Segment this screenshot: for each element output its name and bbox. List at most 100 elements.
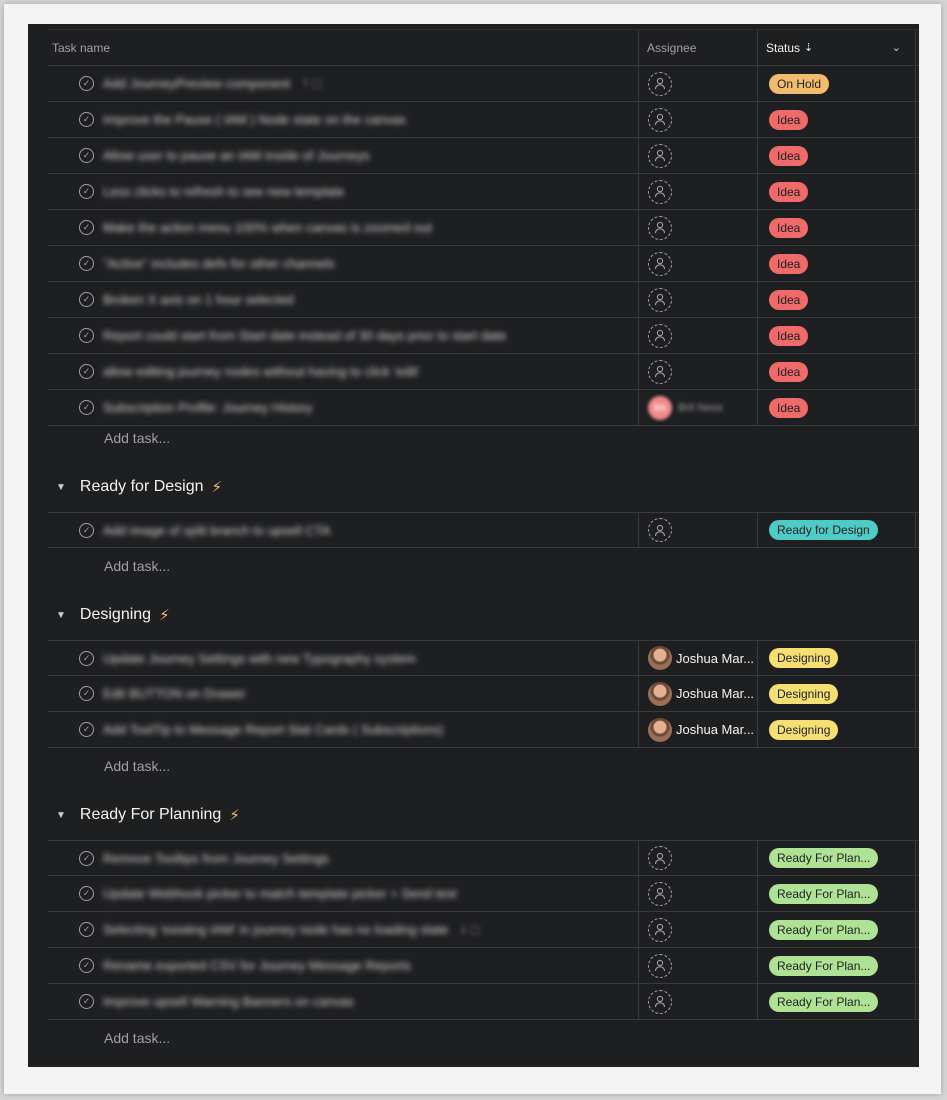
complete-check-icon[interactable]: ✓ [79, 650, 94, 666]
unassigned-user-icon[interactable] [648, 518, 672, 542]
status-cell[interactable]: Idea [758, 318, 916, 353]
task-name[interactable]: Add ToolTip to Message Report Stat Cards… [103, 722, 443, 737]
task-name-cell[interactable]: ✓ Add image of split branch to upsell CTA [48, 513, 639, 547]
table-row[interactable]: ✓ Edit BUTTON on Drawer Joshua Mar... Desig… [48, 676, 919, 712]
table-row[interactable]: ✓ Update Webhook picker to match template… [48, 876, 919, 912]
lightning-bolt-icon[interactable]: ⚡ [212, 478, 223, 496]
assignee-cell[interactable] [639, 210, 758, 245]
task-name-cell[interactable]: ✓ Update Webhook picker to match template… [48, 876, 639, 911]
unassigned-user-icon[interactable] [648, 846, 672, 870]
table-row[interactable]: ✓ Update Journey Settings with new Typogr… [48, 640, 919, 676]
unassigned-user-icon[interactable] [648, 71, 672, 96]
status-cell[interactable]: Idea [758, 246, 916, 281]
complete-check-icon[interactable]: ✓ [79, 958, 94, 973]
task-name[interactable]: Subscription Profile: Journey History [103, 400, 313, 415]
status-badge[interactable]: Idea [769, 145, 809, 166]
lightning-bolt-icon[interactable]: ⚡ [159, 606, 170, 624]
status-badge[interactable]: Designing [769, 719, 839, 740]
task-name[interactable]: Broken X axis on 1 hour selected [103, 292, 294, 307]
unassigned-user-icon[interactable] [648, 251, 672, 276]
status-cell[interactable]: Idea [758, 102, 916, 137]
assignee-cell[interactable] [639, 66, 758, 101]
status-cell[interactable]: Ready For Plan... [758, 912, 916, 947]
unassigned-user-icon[interactable] [648, 917, 672, 942]
caret-down-icon[interactable]: ▼ [56, 482, 66, 493]
complete-check-icon[interactable]: ✓ [79, 522, 94, 538]
task-name-cell[interactable]: ✓ Selecting 'existing IAM' in journey nod… [48, 912, 639, 947]
status-badge[interactable]: Ready For Plan... [769, 919, 879, 940]
assignee-cell[interactable]: Joshua Mar... [639, 676, 758, 711]
status-cell[interactable]: Idea [758, 138, 916, 173]
assignee-cell[interactable] [639, 282, 758, 317]
task-name[interactable]: Update Webhook picker to match template … [103, 886, 456, 901]
table-row[interactable]: ✓ Broken X axis on 1 hour selected Idea [48, 282, 919, 318]
complete-check-icon[interactable]: ✓ [79, 184, 94, 199]
task-name-cell[interactable]: ✓ Less clicks to refresh to see new templ… [48, 174, 639, 209]
task-name-cell[interactable]: ✓ Allow user to pause an IAM inside of Jo… [48, 138, 639, 173]
sort-descending-icon[interactable]: ⇣ [804, 41, 813, 54]
task-name[interactable]: Improve upsell Warning Banners on canvas [103, 994, 354, 1009]
task-name[interactable]: Improve the Pause ( IAM ) Node state on … [103, 112, 406, 127]
task-name-cell[interactable]: ✓ Rename exported CSV for Journey Message… [48, 948, 639, 983]
task-name[interactable]: allow editing journey nodes without havi… [103, 364, 419, 379]
status-cell[interactable]: Designing [758, 641, 916, 675]
unassigned-user-icon[interactable] [648, 881, 672, 906]
table-row[interactable]: ✓ Add ToolTip to Message Report Stat Card… [48, 712, 919, 748]
complete-check-icon[interactable]: ✓ [79, 76, 94, 91]
caret-down-icon[interactable]: ▼ [56, 810, 66, 821]
table-row[interactable]: ✓ Improve upsell Warning Banners on canva… [48, 984, 919, 1020]
status-badge[interactable]: On Hold [769, 73, 830, 94]
table-row[interactable]: ✓ Remove Tooltips from Journey Settings Re… [48, 840, 919, 876]
status-cell[interactable]: Ready for Design [758, 513, 916, 547]
task-name[interactable]: Add image of split branch to upsell CTA [103, 523, 330, 538]
add-task-button[interactable]: Add task... [104, 758, 170, 774]
task-name-cell[interactable]: ✓ Improve upsell Warning Banners on canva… [48, 984, 639, 1019]
task-name[interactable]: Allow user to pause an IAM inside of Jou… [103, 148, 370, 163]
task-name-cell[interactable]: ✓ Update Journey Settings with new Typogr… [48, 641, 639, 675]
status-badge[interactable]: Idea [769, 325, 809, 346]
assignee-cell[interactable] [639, 354, 758, 389]
section-title[interactable]: Ready For Planning [80, 806, 221, 824]
table-row[interactable]: ✓ allow editing journey nodes without hav… [48, 354, 919, 390]
task-name[interactable]: Update Journey Settings with new Typogra… [103, 651, 416, 666]
status-badge[interactable]: Designing [769, 648, 839, 668]
status-cell[interactable]: Designing [758, 676, 916, 711]
unassigned-user-icon[interactable] [648, 179, 672, 204]
assignee-cell[interactable] [639, 246, 758, 281]
complete-check-icon[interactable]: ✓ [79, 400, 94, 415]
status-badge[interactable]: Idea [769, 397, 809, 418]
status-badge[interactable]: Ready For Plan... [769, 848, 879, 868]
assignee-cell[interactable] [639, 513, 758, 547]
status-cell[interactable]: Idea [758, 390, 916, 425]
section-header[interactable]: ▼ Ready For Planning ⚡ [56, 806, 240, 824]
unassigned-user-icon[interactable] [648, 359, 672, 384]
status-cell[interactable]: Ready For Plan... [758, 984, 916, 1019]
complete-check-icon[interactable]: ✓ [79, 364, 94, 379]
status-cell[interactable]: Idea [758, 354, 916, 389]
status-cell[interactable]: Designing [758, 712, 916, 747]
unassigned-user-icon[interactable] [648, 287, 672, 312]
task-name-cell[interactable]: ✓ Add ToolTip to Message Report Stat Card… [48, 712, 639, 747]
task-name[interactable]: Report could start from Start date inste… [103, 328, 506, 343]
table-row[interactable]: ✓ Rename exported CSV for Journey Message… [48, 948, 919, 984]
complete-check-icon[interactable]: ✓ [79, 148, 94, 163]
status-cell[interactable]: Idea [758, 282, 916, 317]
complete-check-icon[interactable]: ✓ [79, 722, 94, 737]
complete-check-icon[interactable]: ✓ [79, 886, 94, 901]
assignee-cell[interactable]: Joshua Mar... [639, 641, 758, 675]
task-name[interactable]: Selecting 'existing IAM' in journey node… [103, 922, 448, 937]
status-cell[interactable]: Ready For Plan... [758, 948, 916, 983]
status-badge[interactable]: Idea [769, 109, 809, 130]
section-header[interactable]: ▼ Ready for Design ⚡ [56, 478, 222, 496]
task-name-cell[interactable]: ✓ Remove Tooltips from Journey Settings [48, 841, 639, 875]
section-title[interactable]: Ready for Design [80, 478, 204, 496]
task-name-cell[interactable]: ✓ allow editing journey nodes without hav… [48, 354, 639, 389]
table-row[interactable]: ✓ Allow user to pause an IAM inside of Jo… [48, 138, 919, 174]
task-name[interactable]: Add JourneyPreview component [103, 76, 290, 91]
caret-down-icon[interactable]: ▼ [56, 610, 66, 621]
status-badge[interactable]: Ready For Plan... [769, 955, 879, 976]
assignee-cell[interactable] [639, 876, 758, 911]
unassigned-user-icon[interactable] [648, 107, 672, 132]
table-row[interactable]: ✓ Make the action menu 100% when canvas i… [48, 210, 919, 246]
assignee-cell[interactable] [639, 138, 758, 173]
